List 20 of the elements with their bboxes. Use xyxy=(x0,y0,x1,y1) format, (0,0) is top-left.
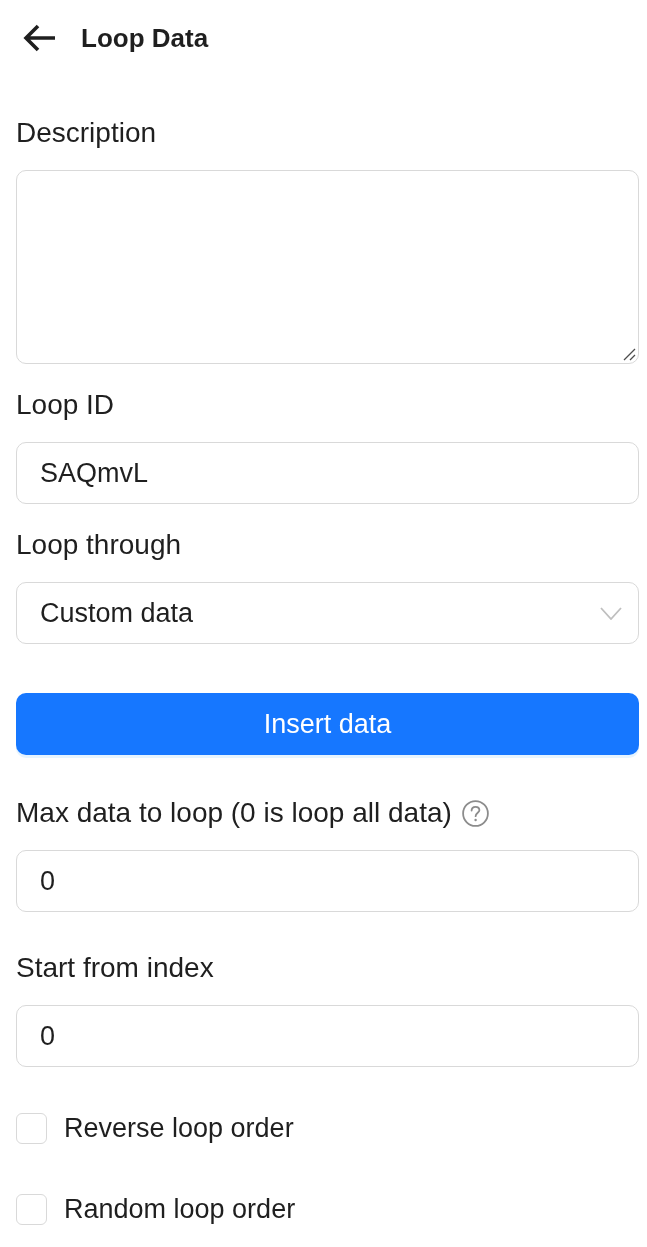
help-icon[interactable] xyxy=(461,799,489,827)
checkbox[interactable] xyxy=(16,1193,47,1225)
field-label: Description xyxy=(16,116,157,150)
resize-handle-icon[interactable] xyxy=(621,346,636,361)
checkbox-label[interactable]: Reverse loop order xyxy=(64,1111,294,1145)
field-label: Loop through xyxy=(16,528,182,562)
input-field[interactable]: 0 xyxy=(16,850,639,912)
field-label: Start from index xyxy=(16,951,214,985)
input-field[interactable]: SAQmvL xyxy=(16,442,639,504)
checkbox[interactable] xyxy=(16,1112,47,1144)
chevron-down-icon xyxy=(600,606,622,620)
insert-data-button[interactable]: Insert data xyxy=(16,693,639,755)
checkbox-label[interactable]: Random loop order xyxy=(64,1192,296,1226)
textarea-field[interactable] xyxy=(16,170,639,364)
select-field[interactable]: Custom data xyxy=(16,582,639,644)
input-field[interactable]: 0 xyxy=(16,1005,639,1067)
arrow-left-icon[interactable] xyxy=(22,23,56,53)
field-label: Max data to loop (0 is loop all data) xyxy=(16,796,452,830)
field-label: Loop ID xyxy=(16,388,115,422)
page-title: Loop Data xyxy=(81,22,209,54)
